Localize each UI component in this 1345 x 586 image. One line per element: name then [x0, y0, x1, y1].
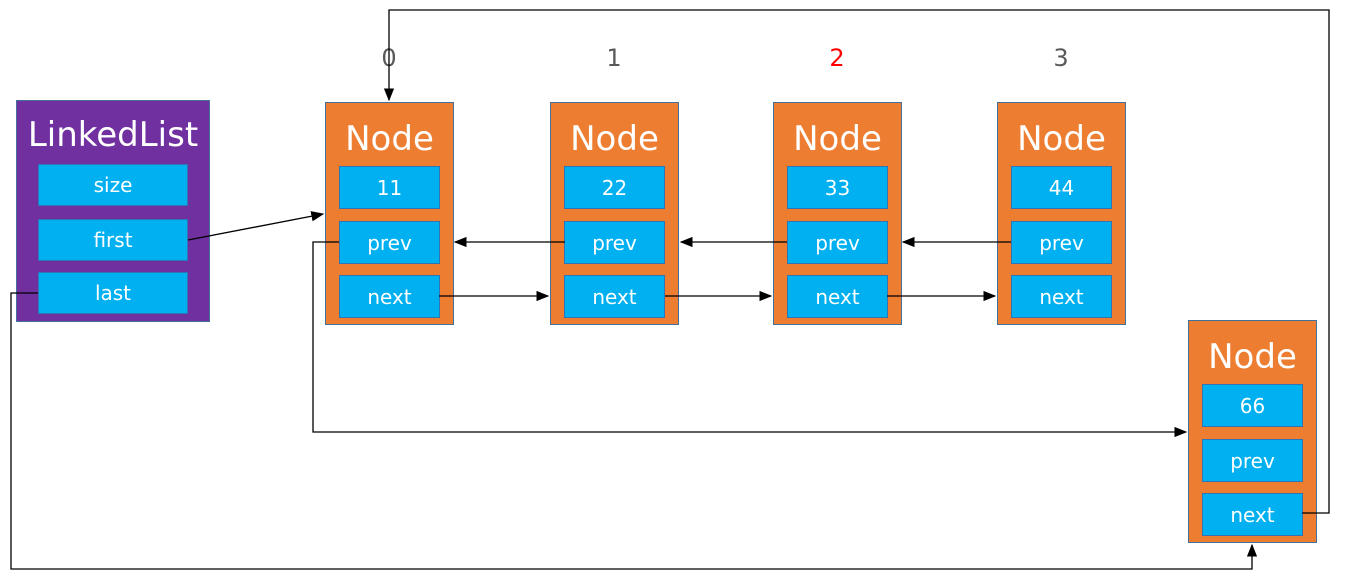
arrow-prev-0-to-66	[312, 241, 1188, 438]
arrow-first	[187, 211, 325, 241]
arrows	[10, 9, 1330, 570]
arrow-next-66-to-0	[383, 9, 1330, 514]
linked-list-diagram: LinkedList size first last 0123 Node 11 …	[0, 0, 1345, 586]
arrow-last-to-66	[10, 292, 1258, 570]
